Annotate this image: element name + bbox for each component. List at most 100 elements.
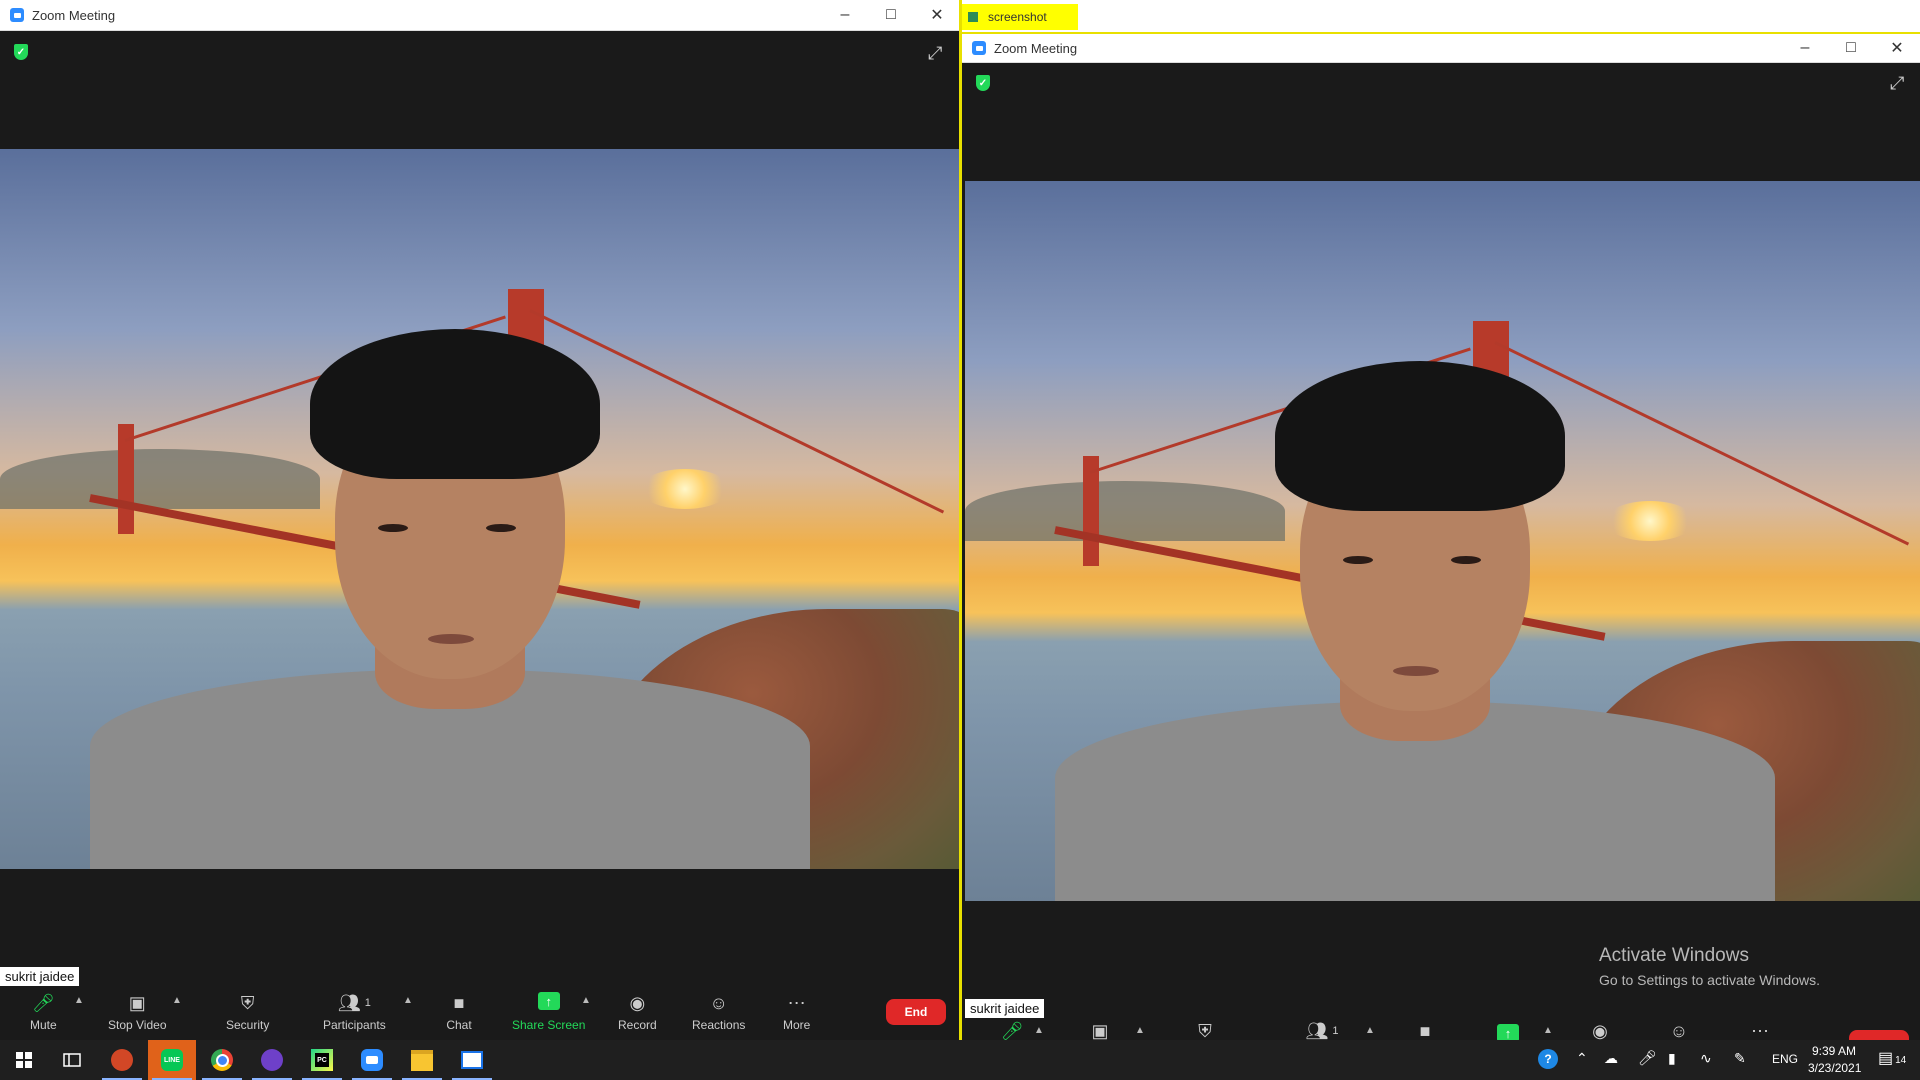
activate-windows-title: Activate Windows: [1599, 945, 1749, 966]
audio-options-caret[interactable]: ▲: [74, 995, 84, 1006]
reactions-smiley-icon[interactable]: ☺: [1666, 1020, 1692, 1041]
clock-date[interactable]: 3/23/2021: [1808, 1061, 1861, 1075]
right-window-title: Zoom Meeting: [994, 40, 1078, 56]
maximize-icon[interactable]: □: [1828, 34, 1874, 62]
left-window-titlebar[interactable]: Zoom Meeting – □ ✕: [0, 0, 960, 31]
github-icon[interactable]: [248, 1040, 296, 1080]
mute-label: Mute: [30, 1018, 57, 1032]
fullscreen-icon[interactable]: ⤢: [928, 43, 942, 64]
share-screen-button[interactable]: ↑ Share Screen: [512, 992, 585, 1032]
maximize-icon[interactable]: □: [868, 0, 914, 30]
video-camera-icon: ▣: [128, 992, 146, 1013]
person-hair: [310, 329, 600, 479]
participants-count: 1: [364, 997, 371, 1009]
mute-button[interactable]: 🎤︎ Mute: [30, 992, 57, 1033]
person-mouth: [428, 634, 474, 644]
video-options-caret[interactable]: ▲: [172, 995, 182, 1006]
left-meeting-area: ✓ ⤢ sukrit jaidee 🎤︎ Mute ▲ ▣ Stop Video…: [0, 31, 959, 1040]
reactions-smiley-icon: ☺: [709, 992, 728, 1013]
person-right-eye: [486, 524, 516, 532]
participants-options-caret[interactable]: ▲: [403, 995, 413, 1006]
end-meeting-button[interactable]: End: [886, 999, 946, 1025]
participants-icon[interactable]: 👥︎ 1: [1302, 1020, 1342, 1041]
participants-label: Participants: [323, 1018, 386, 1032]
share-options-caret[interactable]: ▲: [581, 995, 591, 1006]
task-view-icon[interactable]: [48, 1040, 96, 1080]
zoom-icon[interactable]: [348, 1040, 396, 1080]
participants-icon: 👥︎ 1: [337, 992, 371, 1013]
powerpoint-icon[interactable]: [98, 1040, 146, 1080]
microphone-icon[interactable]: 🎤︎: [999, 1020, 1025, 1041]
participants-button[interactable]: 👥︎ 1 Participants: [323, 992, 386, 1033]
sun: [640, 469, 730, 509]
share-screen-arrow-icon: ↑: [537, 992, 560, 1010]
participant-name-tag: sukrit jaidee: [965, 999, 1045, 1018]
chat-bubble-icon: ■: [453, 992, 465, 1013]
sun: [1605, 501, 1695, 541]
more-label: More: [783, 1018, 811, 1032]
chat-button[interactable]: ■ Chat: [446, 992, 472, 1033]
audio-options-caret[interactable]: ▲: [1034, 1025, 1044, 1036]
record-label: Record: [618, 1018, 657, 1032]
chevron-up-icon[interactable]: ⌃: [1576, 1050, 1588, 1067]
reactions-button[interactable]: ☺ Reactions: [692, 992, 746, 1033]
security-shield-icon: ⛨: [240, 992, 255, 1013]
close-icon[interactable]: ✕: [1874, 34, 1920, 62]
right-meeting-area: ✓ ⤢ Activate Windows Go to Settings to a…: [962, 63, 1920, 1040]
chat-bubble-icon[interactable]: ■: [1412, 1020, 1438, 1041]
more-button[interactable]: ⋯ More: [783, 992, 811, 1033]
record-icon[interactable]: ◉: [1587, 1020, 1613, 1041]
battery-icon[interactable]: ▮: [1668, 1050, 1676, 1067]
activate-windows-subtitle: Go to Settings to activate Windows.: [1599, 972, 1820, 988]
file-explorer-icon[interactable]: [398, 1040, 446, 1080]
right-video-feed: [965, 181, 1920, 901]
record-icon: ◉: [629, 992, 646, 1013]
screenshot-app-icon[interactable]: [448, 1040, 496, 1080]
fullscreen-icon[interactable]: ⤢: [1890, 73, 1904, 94]
screenshot-app-bar: [962, 0, 1920, 34]
distant-hills: [965, 481, 1285, 541]
share-screen-arrow-icon[interactable]: ↑: [1497, 1024, 1519, 1040]
minimize-icon[interactable]: –: [822, 0, 868, 30]
video-camera-icon[interactable]: ▣: [1087, 1020, 1113, 1041]
end-meeting-button[interactable]: [1849, 1030, 1909, 1040]
left-video-feed: [0, 149, 959, 869]
participant-name-tag: sukrit jaidee: [0, 967, 80, 986]
wifi-icon[interactable]: ∿: [1700, 1050, 1712, 1067]
pycharm-icon[interactable]: PC: [298, 1040, 346, 1080]
encryption-shield-icon[interactable]: ✓: [14, 44, 28, 60]
clock-time[interactable]: 9:39 AM: [1812, 1044, 1856, 1058]
security-button[interactable]: ⛨ Security: [226, 992, 270, 1033]
participants-options-caret[interactable]: ▲: [1365, 1025, 1375, 1036]
zoom-logo-icon: [972, 41, 986, 55]
help-icon[interactable]: ?: [1538, 1049, 1558, 1069]
onedrive-icon[interactable]: ☁: [1604, 1050, 1618, 1067]
close-icon[interactable]: ✕: [914, 0, 960, 30]
minimize-icon[interactable]: –: [1782, 34, 1828, 62]
right-window-titlebar[interactable]: Zoom Meeting – □ ✕: [962, 34, 1920, 63]
video-options-caret[interactable]: ▲: [1135, 1025, 1145, 1036]
security-shield-icon[interactable]: ⛨: [1192, 1020, 1218, 1041]
record-button[interactable]: ◉ Record: [618, 992, 657, 1033]
notifications-icon[interactable]: ▤ 14: [1878, 1048, 1906, 1068]
notification-count: 14: [1895, 1055, 1907, 1066]
share-options-caret[interactable]: ▲: [1543, 1025, 1553, 1036]
windows-start-icon[interactable]: [0, 1040, 48, 1080]
line-app-icon[interactable]: LINE: [148, 1040, 196, 1080]
encryption-shield-icon[interactable]: ✓: [976, 75, 990, 91]
share-screen-label: Share Screen: [512, 1018, 586, 1032]
chat-label: Chat: [446, 1018, 472, 1032]
screenshot-tab-title: screenshot: [988, 10, 1047, 24]
stop-video-button[interactable]: ▣ Stop Video: [108, 992, 167, 1033]
more-dots-icon[interactable]: ⋯: [1747, 1020, 1773, 1041]
left-window-title: Zoom Meeting: [32, 7, 116, 23]
screenshot-tab[interactable]: screenshot: [962, 4, 1078, 30]
person-mouth: [1393, 666, 1439, 676]
zoom-logo-icon: [10, 8, 24, 22]
reactions-label: Reactions: [692, 1018, 746, 1032]
pen-icon[interactable]: ✎: [1734, 1050, 1746, 1067]
microphone-tray-icon[interactable]: 🎤︎: [1638, 1049, 1657, 1067]
language-indicator[interactable]: ENG: [1772, 1052, 1798, 1066]
chrome-icon[interactable]: [198, 1040, 246, 1080]
security-label: Security: [226, 1018, 270, 1032]
